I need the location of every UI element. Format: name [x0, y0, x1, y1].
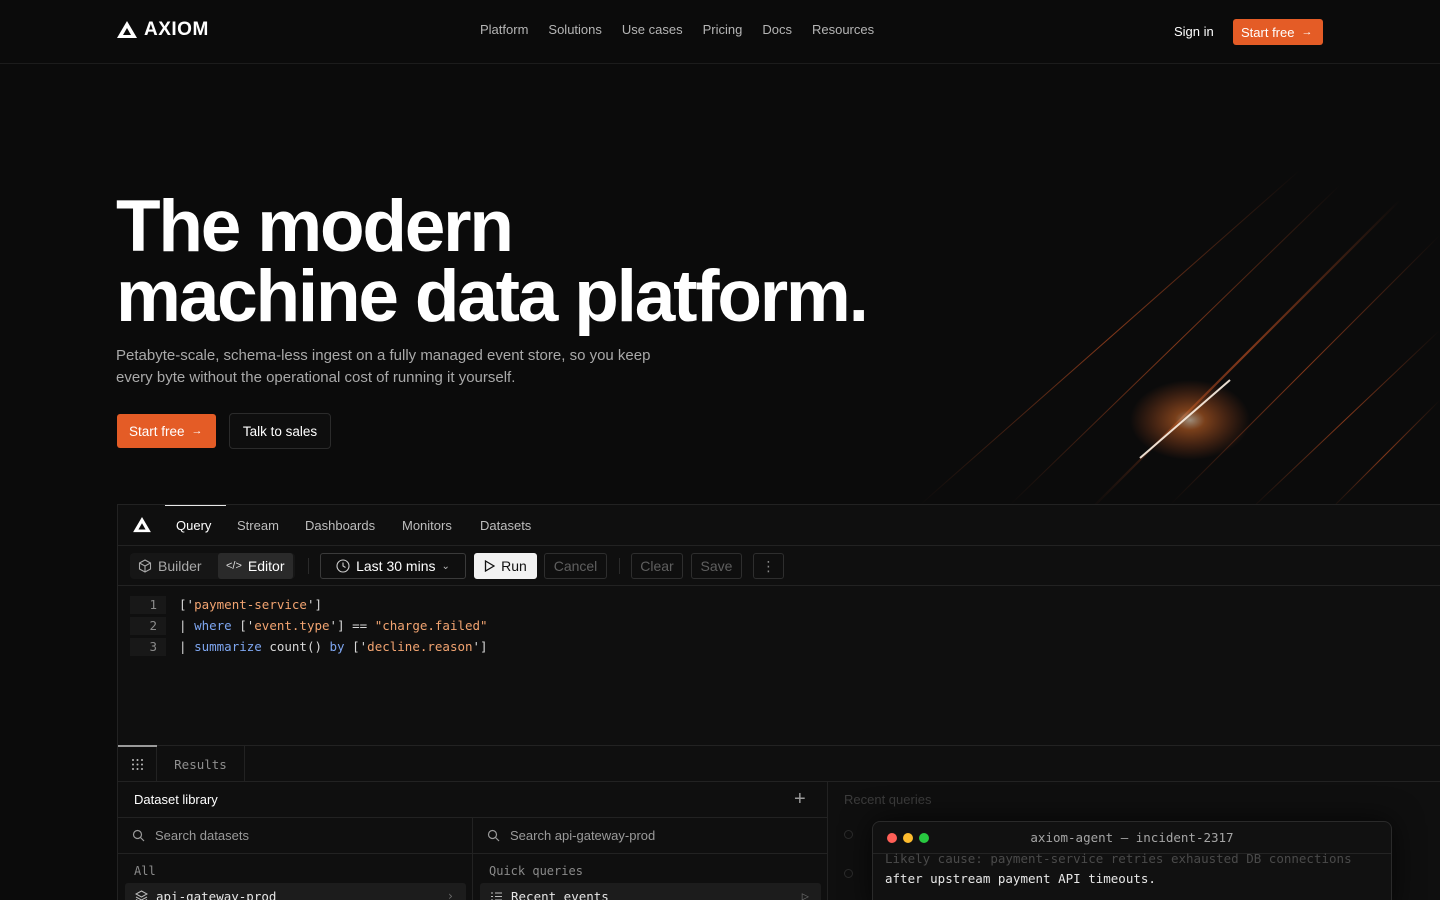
axiom-logo-icon [117, 21, 137, 38]
hero-subtitle: Petabyte-scale, schema-less ingest on a … [116, 347, 651, 386]
brand-logo[interactable]: AXIOM [117, 19, 209, 41]
cube-icon [138, 559, 152, 573]
code-line-2: | where ['event.type'] == "charge.failed… [179, 618, 488, 633]
sign-in-link[interactable]: Sign in [1174, 24, 1214, 39]
quick-queries-label: Quick queries [489, 864, 583, 878]
search-datasets-placeholder: Search datasets [155, 828, 249, 843]
add-dataset-icon[interactable]: + [794, 789, 806, 809]
play-icon [485, 560, 496, 572]
active-results-indicator [118, 745, 157, 747]
line-number: 3 [130, 638, 166, 656]
agent-output-line: after upstream payment API timeouts. [885, 871, 1156, 886]
search-datasets-input[interactable]: Search datasets [118, 818, 472, 854]
grid-icon[interactable] [118, 745, 157, 782]
search-icon [132, 829, 145, 842]
talk-to-sales-button[interactable]: Talk to sales [229, 413, 331, 449]
line-number: 1 [130, 596, 166, 614]
active-tab-indicator [165, 505, 226, 506]
editor-mode-button[interactable]: </> Editor [218, 553, 293, 579]
more-options-icon[interactable]: ⋮ [753, 553, 784, 579]
search-dataset-placeholder: Search api-gateway-prod [510, 828, 656, 843]
all-datasets-label: All [134, 864, 156, 878]
query-toolbar: Builder </> Editor Last 30 mins ⌄ Run Ca… [118, 546, 1440, 586]
clock-icon [336, 559, 350, 573]
line-number: 2 [130, 617, 166, 635]
tab-stream[interactable]: Stream [237, 518, 279, 533]
agent-terminal-title: axiom-agent — incident-2317 [1030, 830, 1234, 845]
code-line-3: | summarize count() by ['decline.reason'… [179, 639, 488, 654]
nav-link-docs[interactable]: Docs [762, 22, 792, 37]
mode-switch: Builder </> Editor [130, 553, 295, 579]
dataset-library-header: Dataset library + [118, 782, 828, 818]
save-button[interactable]: Save [691, 553, 742, 579]
search-dataset-input[interactable]: Search api-gateway-prod [473, 818, 827, 854]
datasets-column: Search datasets All api-gateway-prod › [118, 818, 473, 900]
quick-query-item[interactable]: Recent events ▷ [480, 883, 821, 900]
hero-title: The modern machine data platform. [116, 190, 869, 333]
dataset-list-item[interactable]: api-gateway-prod › [125, 883, 466, 900]
quick-queries-column: Search api-gateway-prod Quick queries Re… [473, 818, 828, 900]
chevron-down-icon: ⌄ [441, 560, 450, 572]
list-icon [491, 891, 502, 900]
axiom-logo-icon [133, 517, 151, 533]
results-tab[interactable]: Results [157, 746, 245, 782]
code-line-1: ['payment-service'] [179, 597, 323, 612]
results-tab-bar: Results [118, 745, 1440, 782]
quick-query-name: Recent events [511, 888, 609, 900]
dataset-library-title: Dataset library [134, 792, 218, 807]
toolbar-divider [308, 558, 309, 574]
app-tab-bar: Query Stream Dashboards Monitors Dataset… [118, 505, 1440, 546]
layers-icon [135, 889, 148, 900]
tab-datasets[interactable]: Datasets [480, 518, 531, 533]
arrow-right-icon: → [191, 425, 203, 437]
clear-button[interactable]: Clear [631, 553, 683, 579]
builder-label: Builder [158, 558, 202, 574]
start-free-button[interactable]: Start free → [1233, 19, 1323, 45]
arrow-right-icon: → [1301, 26, 1313, 38]
tab-monitors[interactable]: Monitors [402, 518, 452, 533]
agent-terminal: axiom-agent — incident-2317 Likely cause… [872, 821, 1392, 900]
dataset-name: api-gateway-prod [156, 888, 277, 900]
grid-dots-icon [131, 758, 143, 770]
run-button[interactable]: Run [474, 553, 537, 579]
nav-link-pricing[interactable]: Pricing [703, 22, 743, 37]
cancel-button[interactable]: Cancel [544, 553, 607, 579]
brand-name: AXIOM [144, 19, 209, 40]
editor-label: Editor [247, 558, 285, 574]
code-icon: </> [226, 560, 242, 572]
hero-title-line1: The modern [116, 186, 514, 267]
time-range-label: Last 30 mins [356, 558, 436, 574]
time-range-select[interactable]: Last 30 mins ⌄ [320, 553, 466, 579]
start-free-label: Start free [1241, 24, 1295, 40]
hero-start-free-button[interactable]: Start free → [117, 414, 216, 448]
builder-mode-button[interactable]: Builder [130, 553, 210, 579]
nav-link-solutions[interactable]: Solutions [548, 22, 601, 37]
nav-link-platform[interactable]: Platform [480, 22, 528, 37]
toolbar-divider [619, 558, 620, 574]
hero-title-line2: machine data platform. [116, 256, 869, 337]
status-circle-icon [844, 869, 853, 878]
run-label: Run [501, 558, 527, 574]
hero-start-free-label: Start free [129, 423, 185, 439]
status-circle-icon [844, 830, 853, 839]
query-editor[interactable]: 1 2 3 ['payment-service'] | where ['even… [118, 586, 1440, 746]
chevron-right-icon: › [446, 889, 454, 900]
main-nav: Platform Solutions Use cases Pricing Doc… [480, 22, 874, 37]
nav-link-resources[interactable]: Resources [812, 22, 874, 37]
agent-output-faded: Likely cause: payment-service retries ex… [885, 851, 1352, 866]
agent-terminal-header: axiom-agent — incident-2317 [873, 822, 1391, 854]
recent-queries-label: Recent queries [844, 792, 932, 807]
play-icon: ▷ [801, 889, 809, 900]
tab-dashboards[interactable]: Dashboards [305, 518, 375, 533]
top-nav: AXIOM Platform Solutions Use cases Prici… [0, 0, 1440, 64]
hero-light-beams [919, 169, 1440, 510]
tab-query[interactable]: Query [176, 518, 211, 533]
search-icon [487, 829, 500, 842]
nav-link-use-cases[interactable]: Use cases [622, 22, 683, 37]
